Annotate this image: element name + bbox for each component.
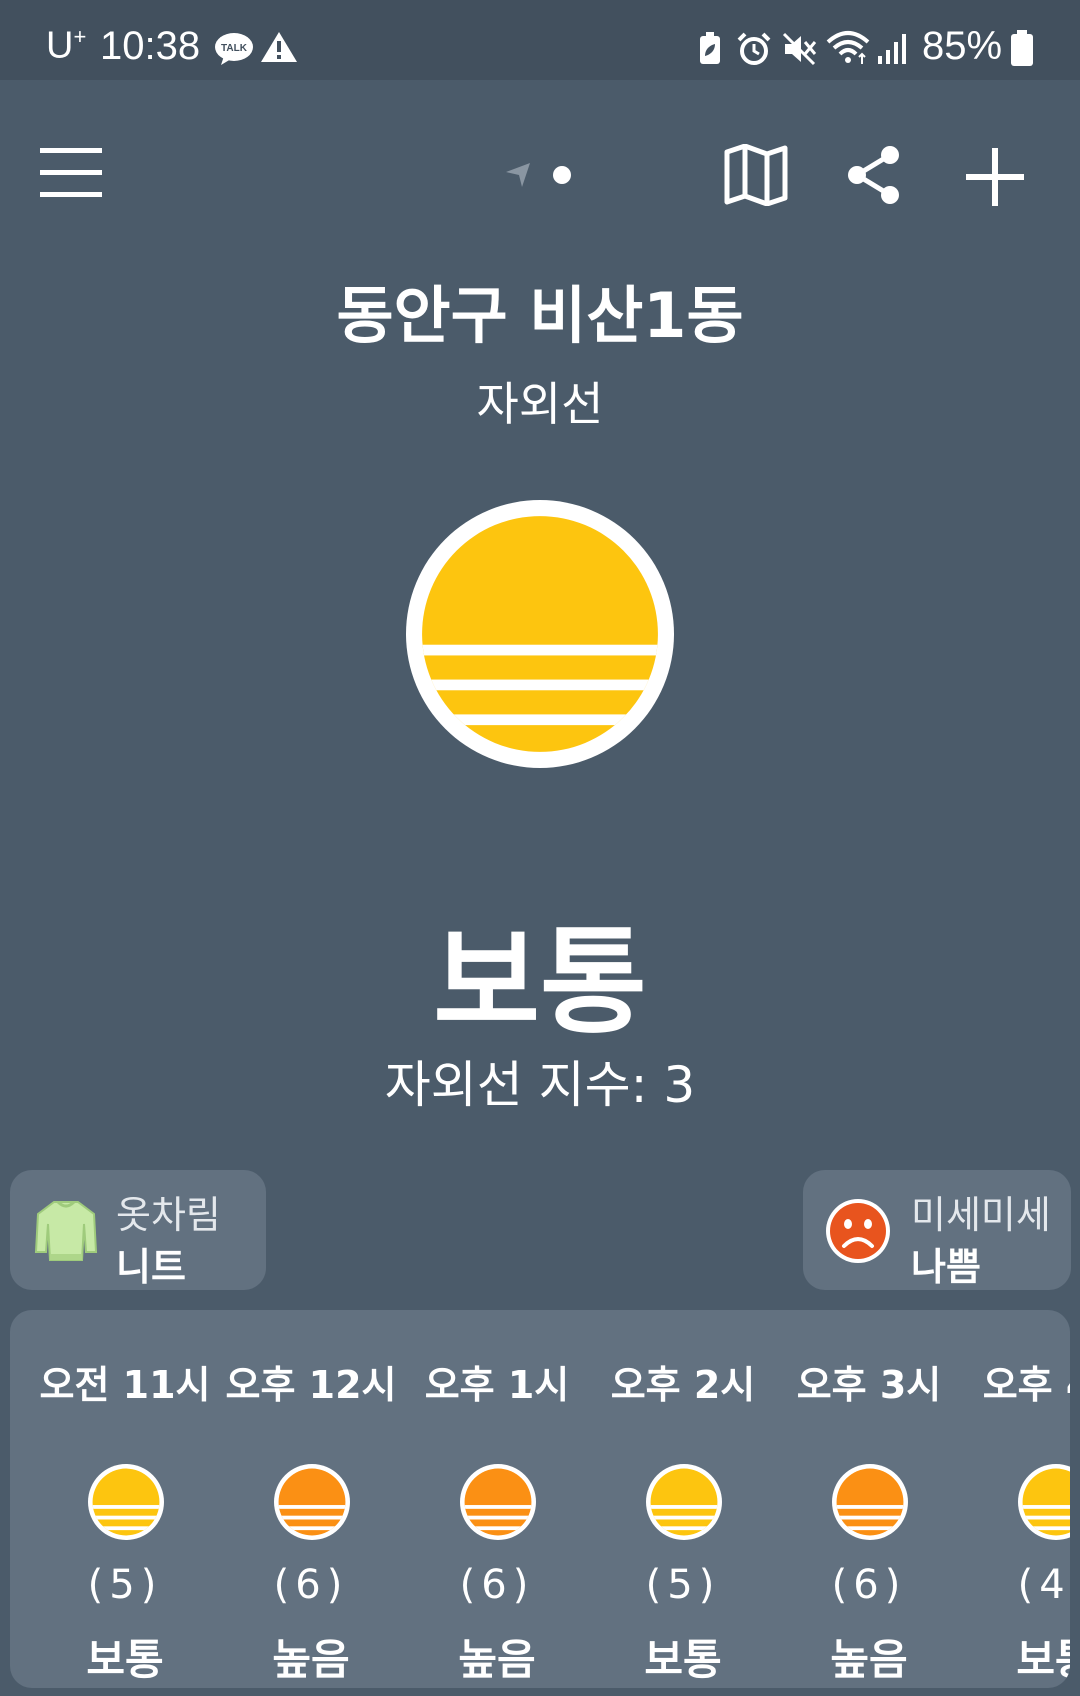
hourly-item: 오후 2시 (5) 보통 — [590, 1310, 776, 1688]
location-page-indicator — [506, 163, 571, 187]
uv-level-text: 보통 — [433, 915, 647, 1050]
hourly-index: (5) — [645, 1562, 721, 1608]
hourly-item: 오후 4시 (4) 보통 — [962, 1310, 1070, 1688]
fine-dust-value: 나쁨 — [911, 1245, 981, 1289]
alarm-icon — [737, 32, 771, 65]
hourly-index: (5) — [87, 1562, 163, 1608]
hourly-index: (6) — [459, 1562, 535, 1608]
sad-face-icon — [826, 1199, 890, 1263]
mute-icon — [782, 32, 817, 66]
hourly-forecast[interactable]: 오전 11시 (5) 보통 오후 12시 (6) 높음 오후 1시 (6) 높음… — [10, 1310, 1070, 1688]
hourly-time: 오후 3시 — [796, 1363, 942, 1407]
map-icon[interactable] — [724, 144, 788, 206]
add-location-icon[interactable] — [964, 146, 1026, 208]
uv-moderate-icon — [406, 500, 674, 768]
hourly-item: 오후 1시 (6) 높음 — [404, 1310, 590, 1688]
talk-icon: TALK — [215, 33, 253, 65]
hourly-item: 오후 12시 (6) 높음 — [218, 1310, 404, 1688]
hourly-level: 보통 — [644, 1635, 722, 1684]
wifi-icon — [826, 31, 870, 64]
fine-dust-card[interactable]: 미세미세 나쁨 — [803, 1170, 1071, 1290]
hourly-level: 보통 — [86, 1635, 164, 1684]
clothing-label: 옷차림 — [116, 1193, 221, 1237]
hourly-level: 높음 — [458, 1635, 536, 1684]
page-subtitle: 자외선 — [476, 377, 604, 431]
hourly-time: 오후 2시 — [610, 1363, 756, 1407]
uv-moderate-icon — [88, 1464, 164, 1540]
status-time: 10:38 — [100, 24, 201, 68]
uv-moderate-icon — [1018, 1464, 1070, 1540]
hourly-time: 오후 12시 — [225, 1363, 397, 1407]
fine-dust-label: 미세미세 — [911, 1193, 1051, 1237]
hourly-index: (4) — [1017, 1562, 1070, 1608]
uv-high-icon — [832, 1464, 908, 1540]
carrier-label: U+ — [46, 24, 87, 67]
location-title[interactable]: 동안구 비산1동 — [0, 265, 1080, 355]
clothing-value: 니트 — [116, 1245, 186, 1289]
hourly-index: (6) — [831, 1562, 907, 1608]
battery-saver-icon — [700, 32, 720, 64]
uv-high-icon — [460, 1464, 536, 1540]
share-icon[interactable] — [846, 144, 902, 206]
svg-text:TALK: TALK — [221, 43, 248, 54]
signal-icon — [878, 34, 906, 64]
uv-moderate-icon — [646, 1464, 722, 1540]
hourly-time: 오전 11시 — [39, 1363, 211, 1407]
battery-icon — [1011, 30, 1033, 66]
warning-icon — [261, 32, 297, 62]
hourly-level: 높음 — [830, 1635, 908, 1684]
hourly-level: 보통 — [1016, 1635, 1070, 1684]
hourly-level: 높음 — [272, 1635, 350, 1684]
uv-index-text: 자외선 지수: 3 — [384, 1056, 696, 1114]
battery-percent: 85% — [922, 24, 1003, 68]
clothing-card[interactable]: 옷차림 니트 — [10, 1170, 266, 1290]
hourly-item: 오후 3시 (6) 높음 — [776, 1310, 962, 1688]
hourly-time: 오후 4시 — [982, 1363, 1070, 1407]
status-bar: U+ 10:38 TALK 85% — [0, 0, 1080, 80]
menu-icon[interactable] — [40, 146, 102, 198]
sweater-icon — [34, 1200, 98, 1261]
hourly-time: 오후 1시 — [424, 1363, 570, 1407]
uv-high-icon — [274, 1464, 350, 1540]
hourly-item: 오전 11시 (5) 보통 — [32, 1310, 218, 1688]
hourly-index: (6) — [273, 1562, 349, 1608]
